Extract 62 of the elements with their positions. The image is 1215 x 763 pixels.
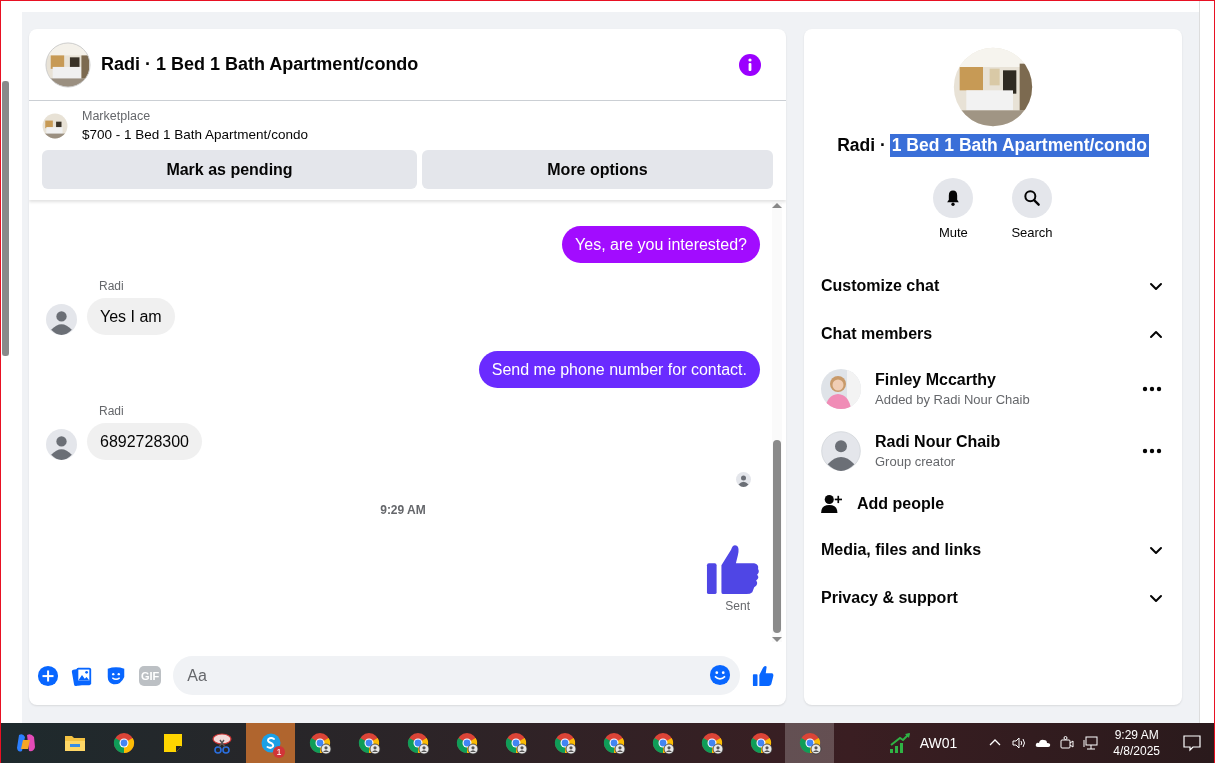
member-role: Added by Radi Nour Chaib [875,392,1031,407]
browser-profile-icon [454,731,479,755]
browser-profile-icon [356,731,381,755]
more-icon[interactable] [1142,386,1162,392]
taskbar-app[interactable] [785,723,834,763]
sender-name: Radi [99,279,125,293]
message-input[interactable]: Aa [173,656,740,695]
more-icon[interactable] [1142,448,1162,454]
browser-profile-icon [503,731,528,755]
info-icon[interactable] [738,52,762,77]
add-person-icon [821,494,843,514]
chart-up-icon [887,731,912,755]
sticker-icon[interactable] [105,664,127,687]
speaker-icon[interactable] [1011,735,1028,751]
notification-icon[interactable] [1182,733,1202,753]
listing-source: Marketplace [82,109,152,123]
avatar-icon [46,429,77,460]
browser-profile-icon [650,731,675,755]
message-bubble: 6892728300 [87,423,202,460]
member-role: Group creator [875,454,957,469]
browser-profile-icon [699,731,724,755]
stock-ticker[interactable]: AW01 [919,735,958,751]
section-header[interactable]: Media, files and links [821,526,1166,574]
network-icon[interactable] [1083,735,1100,751]
seen-avatar-icon [736,472,751,487]
notification-badge: 1 [273,746,285,758]
message-bubble: Yes, are you interested? [562,226,760,263]
avatar-icon [46,304,77,335]
member-name: Radi Nour Chaib [875,433,1002,451]
browser-profile-icon [552,731,577,755]
emoji-icon[interactable] [709,664,731,686]
taskbar-app[interactable]: 1 [246,723,295,763]
listing-action-button[interactable]: More options [422,150,773,189]
chat-title: Radi · 1 Bed 1 Bath Apartment/condo [101,54,420,75]
conversation-name: Radi · [837,134,886,157]
browser-profile-icon [748,731,773,755]
plus-icon[interactable] [37,664,59,687]
conversation-name: 1 Bed 1 Bath Apartment/condo [889,134,1149,157]
message-bubble: Yes I am [87,298,175,335]
search-icon [1022,188,1042,208]
browser-profile-icon [601,731,626,755]
message-bubble: Send me phone number for contact. [478,351,760,388]
section-header[interactable]: Chat members [821,310,1166,358]
thumbs-up-icon [706,543,760,595]
section-header[interactable]: Privacy & support [821,574,1166,622]
listing-title: $700 - 1 Bed 1 Bath Apartment/condo [82,127,308,142]
browser-profile-icon [405,731,430,755]
delivery-status: Sent [725,599,750,613]
sender-name: Radi [99,404,125,418]
scrollbar[interactable] [2,81,9,356]
browser-profile-icon [307,731,332,755]
browser-icon [111,731,136,755]
add-people-item[interactable]: Add people [821,482,1166,526]
clock[interactable]: 9:29 AM 4/8/2025 [1113,727,1160,759]
section-header[interactable]: Customize chat [821,262,1166,310]
thumbs-up-icon[interactable] [752,664,774,687]
camera-icon[interactable] [1059,735,1076,751]
listing-action-button[interactable]: Mark as pending [42,150,417,189]
browser-profile-icon [797,731,822,755]
timestamp: 9:29 AM [380,503,426,517]
member-name: Finley Mccarthy [875,371,997,389]
scrollbar[interactable] [772,203,782,642]
